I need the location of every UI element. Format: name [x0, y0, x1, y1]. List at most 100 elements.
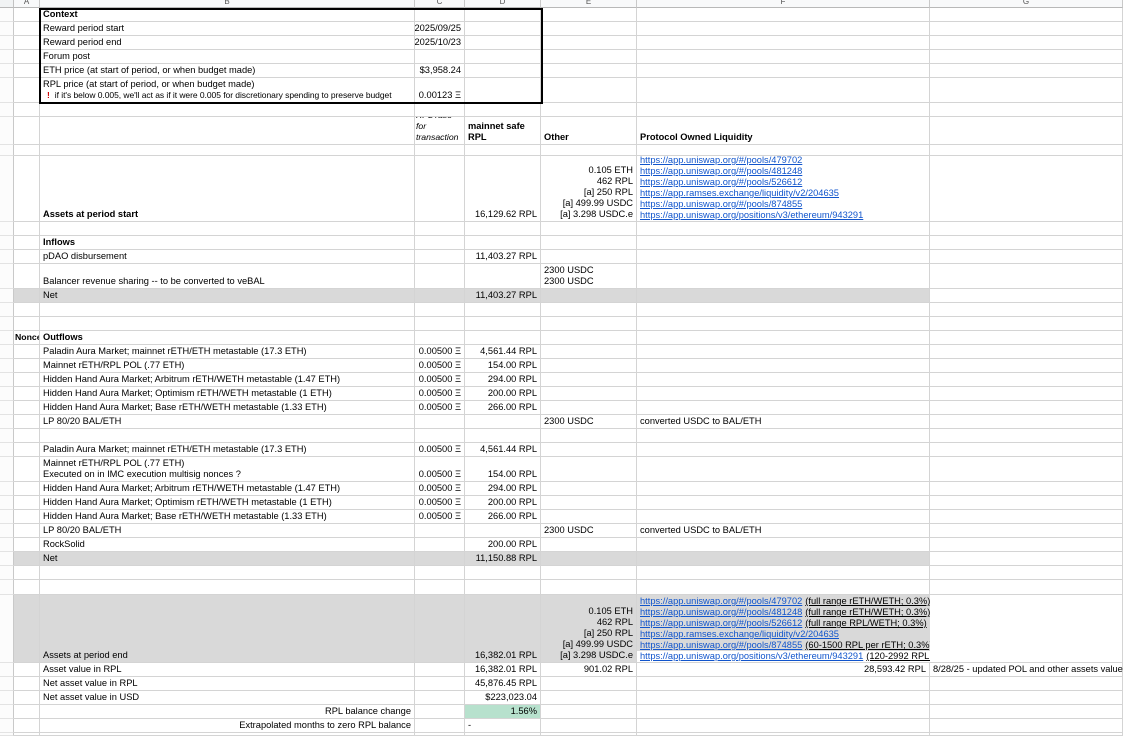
row-header[interactable]	[0, 289, 14, 303]
cell-E14[interactable]: 2300 USDC 2300 USDC	[541, 264, 637, 289]
cell-B1[interactable]: Context	[40, 8, 415, 22]
cell-D20[interactable]: 154.00 RPL	[465, 359, 541, 373]
column-header[interactable]: B	[40, 0, 415, 8]
row-header[interactable]	[0, 538, 14, 552]
cell-C38[interactable]	[415, 677, 465, 691]
cell-C2[interactable]: 2025/09/25	[415, 22, 465, 36]
row-header[interactable]	[0, 443, 14, 457]
cell-F38[interactable]	[637, 677, 930, 691]
cell-F31[interactable]: converted USDC to BAL/ETH	[637, 524, 930, 538]
cell-G32[interactable]	[930, 538, 1123, 552]
cell-B19[interactable]: Paladin Aura Market; mainnet rETH/ETH me…	[40, 345, 415, 359]
cell-E9[interactable]	[541, 145, 637, 156]
cell-A8[interactable]	[14, 117, 40, 145]
cell-D33[interactable]: 11,150.88 RPL	[465, 552, 541, 566]
cell-C27[interactable]: 0.00500 Ξ	[415, 457, 465, 482]
row-header[interactable]	[0, 22, 14, 36]
cell-D30[interactable]: 266.00 RPL	[465, 510, 541, 524]
cell-C35[interactable]	[415, 580, 465, 595]
cell-E22[interactable]	[541, 387, 637, 401]
cell-C17[interactable]	[415, 317, 465, 331]
row-header[interactable]	[0, 482, 14, 496]
cell-C15[interactable]	[415, 289, 465, 303]
row-header[interactable]	[0, 331, 14, 345]
row-header[interactable]	[0, 64, 14, 78]
cell-F28[interactable]	[637, 482, 930, 496]
cell-F16[interactable]	[637, 303, 930, 317]
cell-D2[interactable]	[465, 22, 541, 36]
cell-F4[interactable]	[637, 50, 930, 64]
cell-C28[interactable]: 0.00500 Ξ	[415, 482, 465, 496]
cell-G34[interactable]	[930, 566, 1123, 580]
cell-F7[interactable]	[637, 103, 930, 117]
cell-F27[interactable]	[637, 457, 930, 482]
pol-link[interactable]: https://app.uniswap.org/#/pools/874855	[640, 640, 802, 650]
row-header[interactable]	[0, 264, 14, 289]
cell-G29[interactable]	[930, 496, 1123, 510]
cell-G19[interactable]	[930, 345, 1123, 359]
cell-E24[interactable]: 2300 USDC	[541, 415, 637, 429]
row-header[interactable]	[0, 552, 14, 566]
cell-E2[interactable]	[541, 22, 637, 36]
cell-B35[interactable]	[40, 580, 415, 595]
cell-A13[interactable]	[14, 250, 40, 264]
cell-F13[interactable]	[637, 250, 930, 264]
cell-B2[interactable]: Reward period start	[40, 22, 415, 36]
cell-G6[interactable]	[930, 78, 1123, 103]
cell-G1[interactable]	[930, 8, 1123, 22]
cell-F3[interactable]	[637, 36, 930, 50]
cell-B16[interactable]	[40, 303, 415, 317]
row-header[interactable]	[0, 719, 14, 733]
row-header[interactable]	[0, 510, 14, 524]
cell-E1[interactable]	[541, 8, 637, 22]
cell-F34[interactable]	[637, 566, 930, 580]
cell-A31[interactable]	[14, 524, 40, 538]
cell-D25[interactable]	[465, 429, 541, 443]
cell-D16[interactable]	[465, 303, 541, 317]
cell-A4[interactable]	[14, 50, 40, 64]
row-header[interactable]	[0, 117, 14, 145]
cell-D41[interactable]: -	[465, 719, 541, 733]
cell-C12[interactable]	[415, 236, 465, 250]
cell-F30[interactable]	[637, 510, 930, 524]
cell-E34[interactable]	[541, 566, 637, 580]
cell-D5[interactable]	[465, 64, 541, 78]
cell-A17[interactable]	[14, 317, 40, 331]
pol-link[interactable]: https://app.ramses.exchange/liquidity/v2…	[640, 629, 839, 639]
cell-G26[interactable]	[930, 443, 1123, 457]
cell-G10[interactable]	[930, 156, 1123, 222]
row-header[interactable]	[0, 429, 14, 443]
cell-G15[interactable]	[930, 289, 1123, 303]
cell-E37[interactable]: 901.02 RPL	[541, 663, 637, 677]
cell-G33[interactable]	[930, 552, 1123, 566]
cell-D17[interactable]	[465, 317, 541, 331]
row-header[interactable]	[0, 103, 14, 117]
cell-F10[interactable]: https://app.uniswap.org/#/pools/479702 ht…	[637, 156, 930, 222]
cell-F5[interactable]	[637, 64, 930, 78]
cell-C4[interactable]	[415, 50, 465, 64]
cell-G14[interactable]	[930, 264, 1123, 289]
cell-B21[interactable]: Hidden Hand Aura Market; Arbitrum rETH/W…	[40, 373, 415, 387]
column-header[interactable]: G	[930, 0, 1123, 8]
cell-G41[interactable]	[930, 719, 1123, 733]
column-header[interactable]: C	[415, 0, 465, 8]
cell-E7[interactable]	[541, 103, 637, 117]
column-header[interactable]: E	[541, 0, 637, 8]
cell-F18[interactable]	[637, 331, 930, 345]
cell-C21[interactable]: 0.00500 Ξ	[415, 373, 465, 387]
cell-B38[interactable]: Net asset value in RPL	[40, 677, 415, 691]
cell-D21[interactable]: 294.00 RPL	[465, 373, 541, 387]
cell-C31[interactable]	[415, 524, 465, 538]
cell-B22[interactable]: Hidden Hand Aura Market; Optimism rETH/W…	[40, 387, 415, 401]
cell-C16[interactable]	[415, 303, 465, 317]
cell-G17[interactable]	[930, 317, 1123, 331]
cell-E15[interactable]	[541, 289, 637, 303]
pol-link[interactable]: https://app.uniswap.org/#/pools/526612	[640, 177, 802, 187]
row-header[interactable]	[0, 496, 14, 510]
cell-A35[interactable]	[14, 580, 40, 595]
cell-D14[interactable]	[465, 264, 541, 289]
cell-A40[interactable]	[14, 705, 40, 719]
row-header[interactable]	[0, 705, 14, 719]
cell-G27[interactable]	[930, 457, 1123, 482]
cell-G4[interactable]	[930, 50, 1123, 64]
